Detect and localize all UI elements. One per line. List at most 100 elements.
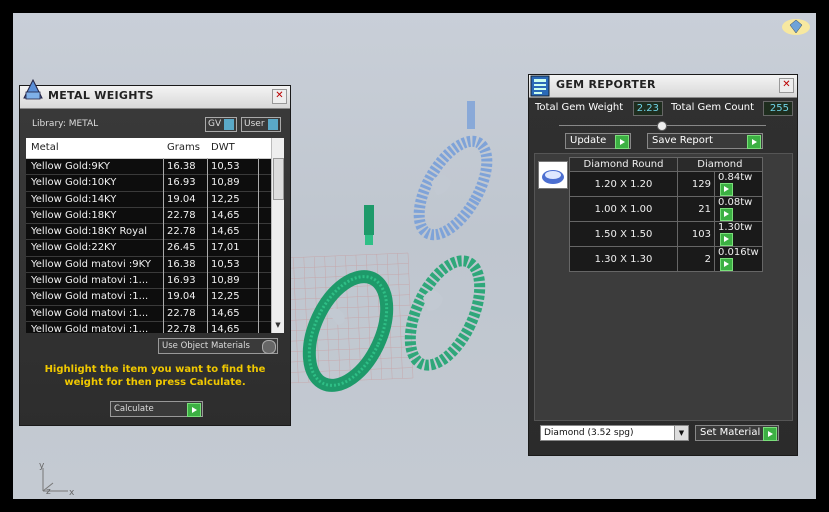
table-row[interactable]: 1.20 X 1.20 129 0.84tw	[569, 171, 763, 197]
cell-grams: 26.45	[167, 242, 196, 254]
scrollbar-thumb[interactable]	[273, 158, 284, 200]
table-row[interactable]: Yellow Gold matovi :1... 19.04 12,25	[26, 289, 284, 306]
cell-count-text: 103	[691, 228, 711, 240]
metal-table-header: Metal Grams DWT	[26, 138, 284, 159]
axis-y-label: y	[39, 461, 45, 471]
axis-x-label: x	[69, 488, 75, 498]
cell-grams: 16.38	[167, 258, 196, 270]
go-arrow-icon[interactable]	[615, 135, 629, 149]
cell-grams: 22.78	[167, 307, 196, 319]
go-arrow-icon[interactable]	[720, 208, 733, 221]
table-row[interactable]: Yellow Gold:18KY 22.78 14,65	[26, 207, 284, 225]
cell-weight-text: 0.84tw	[718, 172, 753, 183]
table-row[interactable]: Yellow Gold:10KY 16.93 10,89	[26, 175, 284, 192]
table-row[interactable]: Yellow Gold matovi :9KY 16.38 10,53	[26, 256, 284, 274]
column-divider	[163, 158, 164, 333]
cell-metal: Yellow Gold:18KY	[31, 209, 117, 221]
cell-dwt: 10,89	[211, 275, 240, 287]
table-row[interactable]: Yellow Gold matovi :1... 22.78 14,65	[26, 305, 284, 322]
cell-count: 2	[677, 246, 715, 272]
table-row[interactable]: 1.00 X 1.00 21 0.08tw	[569, 196, 763, 222]
material-select-value: Diamond (3.52 spg)	[544, 428, 634, 438]
scroll-down-icon[interactable]: ▼	[273, 321, 283, 331]
gem-column-shape[interactable]: Diamond Round	[569, 157, 678, 172]
cell-grams: 19.04	[167, 193, 196, 205]
cell-grams: 16.93	[167, 177, 196, 189]
cell-weight-text: 1.30tw	[718, 222, 753, 233]
close-icon[interactable]: ✕	[779, 78, 794, 93]
table-row[interactable]: 1.30 X 1.30 2 0.016tw	[569, 246, 763, 272]
go-arrow-icon[interactable]	[747, 135, 761, 149]
cell-dwt: 14,65	[211, 209, 240, 221]
cell-count-text: 21	[698, 203, 711, 215]
cell-size: 1.00 X 1.00	[569, 196, 678, 222]
cell-grams: 16.93	[167, 275, 196, 287]
go-arrow-icon[interactable]	[720, 183, 733, 196]
go-arrow-icon[interactable]	[720, 258, 733, 271]
cell-dwt: 12,25	[211, 193, 240, 205]
update-button[interactable]: Update	[565, 133, 631, 149]
table-row[interactable]: Yellow Gold:18KY Royal 22.78 14,65	[26, 224, 284, 241]
cell-size-text: 1.50 X 1.50	[594, 228, 653, 240]
cell-dwt: 14,65	[211, 307, 240, 319]
close-icon[interactable]: ✕	[272, 89, 287, 104]
cell-size-text: 1.30 X 1.30	[594, 253, 653, 265]
table-row[interactable]: 1.50 X 1.50 103 1.30tw	[569, 221, 763, 247]
set-material-button[interactable]: Set Material	[695, 425, 779, 441]
table-row[interactable]: Yellow Gold matovi :1... 22.78 14,65	[26, 321, 284, 333]
cell-grams: 22.78	[167, 226, 196, 238]
cell-size-text: 1.00 X 1.00	[594, 203, 653, 215]
table-row[interactable]: Yellow Gold:22KY 26.45 17,01	[26, 240, 284, 257]
cell-metal: Yellow Gold:10KY	[31, 177, 117, 189]
metal-weights-titlebar[interactable]: METAL WEIGHTS ✕	[20, 78, 290, 109]
green-ring-mesh-right	[404, 255, 486, 371]
column-header-dwt[interactable]: DWT	[211, 142, 235, 153]
diamond-icon[interactable]	[538, 161, 568, 189]
total-gem-count-label: Total Gem Count	[671, 102, 755, 113]
go-arrow-icon[interactable]	[720, 233, 733, 246]
user-toggle-label: User	[244, 119, 265, 129]
cell-weight-text: 0.08tw	[718, 197, 753, 208]
cell-weight: 0.84tw	[714, 171, 763, 197]
go-arrow-icon[interactable]	[763, 427, 777, 441]
dropdown-arrow-icon[interactable]: ▼	[674, 426, 688, 440]
cell-size: 1.20 X 1.20	[569, 171, 678, 197]
go-arrow-icon[interactable]	[187, 403, 201, 417]
metal-weights-title: METAL WEIGHTS	[48, 89, 154, 102]
set-material-label: Set Material	[700, 427, 761, 438]
ground-grid	[282, 252, 414, 384]
toggle-icon	[224, 119, 235, 130]
cell-grams: 22.78	[167, 323, 196, 333]
green-bail-mesh	[364, 205, 374, 235]
table-row[interactable]: Yellow Gold:14KY 19.04 12,25	[26, 191, 284, 208]
column-header-grams[interactable]: Grams	[167, 142, 200, 153]
metal-weights-icon	[23, 78, 43, 100]
table-row[interactable]: Yellow Gold matovi :1... 16.93 10,89	[26, 273, 284, 290]
cell-metal: Yellow Gold matovi :1...	[31, 291, 149, 303]
gem-reporter-icon	[530, 75, 550, 97]
table-row[interactable]: Yellow Gold:9KY 16.38 10,53	[26, 159, 284, 176]
toggle-icon[interactable]	[262, 340, 276, 354]
column-header-metal[interactable]: Metal	[31, 142, 159, 153]
cell-metal: Yellow Gold matovi :1...	[31, 323, 149, 333]
cell-dwt: 12,25	[211, 291, 240, 303]
calculate-button[interactable]: Calculate	[110, 401, 203, 417]
metal-weights-panel: METAL WEIGHTS ✕ Library: METAL GV User M…	[19, 78, 291, 426]
cell-grams: 22.78	[167, 209, 196, 221]
user-toggle[interactable]: User	[241, 117, 281, 132]
gv-toggle[interactable]: GV	[205, 117, 238, 132]
slider-handle[interactable]	[657, 121, 667, 131]
gem-table[interactable]: Diamond Round Diamond 1.20 X 1.20 129 0.84…	[569, 157, 763, 272]
gem-reporter-titlebar[interactable]: GEM REPORTER ✕	[529, 75, 797, 98]
gem-column-type[interactable]: Diamond	[677, 157, 763, 172]
cell-count: 129	[677, 171, 715, 197]
metal-table-scrollbar[interactable]: ▼	[271, 138, 284, 333]
cell-metal: Yellow Gold matovi :9KY	[31, 258, 151, 270]
gem-reporter-title: GEM REPORTER	[556, 78, 656, 91]
material-select[interactable]: Diamond (3.52 spg) ▼	[540, 425, 689, 441]
save-report-button[interactable]: Save Report	[647, 133, 763, 149]
cell-weight: 0.08tw	[714, 196, 763, 222]
metal-table[interactable]: Metal Grams DWT Yellow Gold:9KY 16.38 10,5…	[26, 138, 284, 333]
cell-metal: Yellow Gold matovi :1...	[31, 307, 149, 319]
use-object-materials-button[interactable]: Use Object Materials	[158, 338, 278, 354]
